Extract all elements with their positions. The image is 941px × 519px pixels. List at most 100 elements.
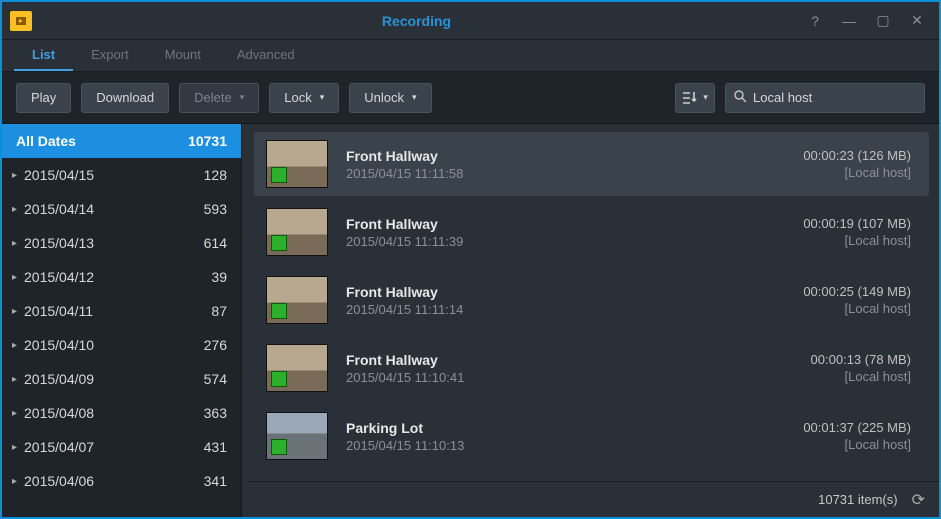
window-title: Recording (32, 13, 801, 29)
sidebar-all-dates[interactable]: All Dates 10731 (2, 124, 241, 158)
recording-meta: 00:00:13 (78 MB)[Local host] (811, 352, 911, 384)
date-count: 574 (204, 371, 227, 387)
sidebar-date-item[interactable]: ▸2015/04/07431 (2, 430, 241, 464)
toolbar: Play Download Delete ▾ Lock ▾ Unlock ▾ ▾ (2, 72, 939, 124)
sidebar-date-item[interactable]: ▸2015/04/08363 (2, 396, 241, 430)
sidebar-date-item[interactable]: ▸ 2015/04/14 593 (2, 192, 241, 226)
recording-meta: 00:01:37 (225 MB) [Local host] (803, 420, 911, 452)
expand-icon: ▸ (12, 170, 17, 181)
sidebar-date-item[interactable]: ▸2015/04/09574 (2, 362, 241, 396)
sidebar-date-item[interactable]: ▸2015/04/1187 (2, 294, 241, 328)
sidebar-date-item[interactable]: ▸2015/04/15128 (2, 158, 241, 192)
date-label: 2015/04/06 (24, 473, 94, 489)
status-indicator-icon (271, 439, 287, 455)
recording-host: [Local host] (803, 437, 911, 452)
recording-host: [Local host] (803, 301, 911, 316)
date-label: 2015/04/10 (24, 337, 94, 353)
search-input[interactable] (753, 90, 916, 105)
delete-label: Delete (194, 90, 232, 105)
recording-name: Parking Lot (346, 420, 464, 436)
recording-meta: 00:00:25 (149 MB) [Local host] (803, 284, 911, 316)
date-count: 276 (204, 337, 227, 353)
sidebar-date-item[interactable]: ▸2015/04/1239 (2, 260, 241, 294)
date-count: 593 (204, 201, 227, 217)
recording-info: Front Hallway2015/04/15 11:11:39 (346, 216, 463, 249)
sidebar-date-item[interactable]: ▸ 2015/04/10 276 (2, 328, 241, 362)
tab-export[interactable]: Export (73, 40, 147, 71)
statusbar: 10731 item(s) ⟳ (248, 481, 939, 517)
expand-icon: ▸ (12, 272, 17, 283)
recording-duration: 00:00:19 (107 MB) (803, 216, 911, 231)
recording-row[interactable]: Parking Lot2015/04/15 11:10:13 00:01:37 (… (254, 404, 929, 468)
status-indicator-icon (271, 371, 287, 387)
close-icon[interactable]: ✕ (903, 10, 931, 32)
recording-row[interactable]: Front Hallway2015/04/15 11:11:39 00:00:19… (254, 200, 929, 264)
date-label: 2015/04/15 (24, 167, 94, 183)
status-indicator-icon (271, 235, 287, 251)
chevron-down-icon: ▾ (703, 92, 708, 103)
expand-icon: ▸ (12, 374, 17, 385)
recording-row[interactable]: Front Hallway2015/04/15 11:11:5800:00:23… (254, 132, 929, 196)
tab-list[interactable]: List (14, 40, 73, 71)
status-indicator-icon (271, 167, 287, 183)
expand-icon: ▸ (12, 476, 17, 487)
chevron-down-icon: ▾ (412, 92, 417, 103)
recording-row[interactable]: Front Hallway 2015/04/15 11:10:41 00:00:13… (254, 336, 929, 400)
expand-icon: ▸ (12, 408, 17, 419)
delete-button[interactable]: Delete ▾ (179, 83, 259, 113)
recordings-panel: Front Hallway2015/04/15 11:11:5800:00:23… (242, 124, 939, 517)
lock-label: Lock (284, 90, 311, 105)
recording-duration: 00:00:25 (149 MB) (803, 284, 911, 299)
play-button[interactable]: Play (16, 83, 71, 113)
maximize-icon[interactable]: ▢ (869, 10, 897, 32)
recording-thumbnail (266, 412, 328, 460)
date-label: 2015/04/08 (24, 405, 94, 421)
minimize-icon[interactable]: — (835, 10, 863, 32)
recording-name: Front Hallway (346, 284, 463, 300)
expand-icon: ▸ (12, 340, 17, 351)
recording-timestamp: 2015/04/15 11:11:58 (346, 166, 463, 181)
expand-icon: ▸ (12, 306, 17, 317)
item-count: 10731 item(s) (818, 492, 897, 507)
recording-info: Front Hallway 2015/04/15 11:11:14 (346, 284, 463, 317)
recording-row[interactable]: Front Hallway 2015/04/15 11:11:14 00:00:25… (254, 268, 929, 332)
recording-timestamp: 2015/04/15 11:11:14 (346, 302, 463, 317)
recording-name: Front Hallway (346, 216, 463, 232)
date-count: 614 (204, 235, 227, 251)
date-label: 2015/04/13 (24, 235, 94, 251)
recording-duration: 00:01:37 (225 MB) (803, 420, 911, 435)
chevron-down-icon: ▾ (320, 92, 325, 103)
recording-thumbnail (266, 208, 328, 256)
refresh-icon[interactable]: ⟳ (912, 490, 925, 510)
app-icon (10, 11, 32, 31)
sidebar-date-item[interactable]: ▸ 2015/04/13 614 (2, 226, 241, 260)
recording-timestamp: 2015/04/15 11:10:41 (346, 370, 464, 385)
date-label: 2015/04/07 (24, 439, 94, 455)
search-box[interactable] (725, 83, 925, 113)
sidebar-date-item[interactable]: ▸2015/04/06341 (2, 464, 241, 498)
date-count: 431 (204, 439, 227, 455)
recording-host: [Local host] (803, 233, 911, 248)
recording-duration: 00:00:13 (78 MB) (811, 352, 911, 367)
tab-advanced[interactable]: Advanced (219, 40, 313, 71)
lock-button[interactable]: Lock ▾ (269, 83, 339, 113)
date-label: 2015/04/14 (24, 201, 94, 217)
recording-name: Front Hallway (346, 352, 464, 368)
titlebar: Recording ? — ▢ ✕ (2, 2, 939, 40)
expand-icon: ▸ (12, 238, 17, 249)
unlock-button[interactable]: Unlock ▾ (349, 83, 431, 113)
status-indicator-icon (271, 303, 287, 319)
sort-button[interactable]: ▾ (675, 83, 715, 113)
download-button[interactable]: Download (81, 83, 169, 113)
recording-meta: 00:00:19 (107 MB) [Local host] (803, 216, 911, 248)
date-count: 39 (211, 269, 227, 285)
date-label: 2015/04/11 (24, 303, 93, 319)
help-icon[interactable]: ? (801, 10, 829, 32)
unlock-label: Unlock (364, 90, 404, 105)
recording-thumbnail (266, 276, 328, 324)
recording-host: [Local host] (803, 165, 911, 180)
expand-icon: ▸ (12, 204, 17, 215)
recording-info: Parking Lot2015/04/15 11:10:13 (346, 420, 464, 453)
tabbar: ListExportMountAdvanced (2, 40, 939, 72)
tab-mount[interactable]: Mount (147, 40, 219, 71)
